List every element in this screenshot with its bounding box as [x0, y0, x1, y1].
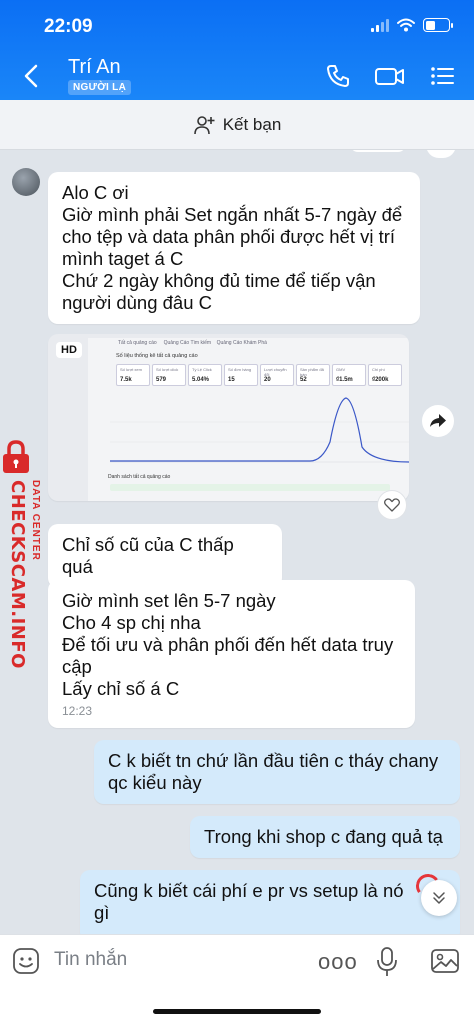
message-bubble-outgoing[interactable]: Trong khi shop c đang quả tạ	[190, 816, 460, 858]
metric-box: Lượt chuyển đổi 20	[260, 364, 294, 386]
stranger-badge: NGƯỜI LẠ	[68, 80, 132, 95]
wifi-icon	[397, 18, 415, 32]
screenshot-section-title: Số liệu thống kê tất cả quảng cáo	[116, 353, 198, 359]
message-line: Alo C ơi	[62, 182, 129, 203]
avatar[interactable]	[12, 168, 40, 196]
add-friend-label: Kết bạn	[222, 114, 282, 134]
menu-button[interactable]	[428, 62, 456, 90]
metric-box: Chi phí ₫200k	[368, 364, 402, 386]
lock-icon	[3, 440, 29, 473]
message-line: Lấy chỉ số á C	[62, 678, 180, 699]
metric-box: Tỷ Lệ Click 5.04%	[188, 364, 222, 386]
message-bubble-outgoing[interactable]: C k biết tn chứ lần đầu tiên c tháy chan…	[94, 740, 460, 804]
message-line: Trong khi shop c đang quả tạ	[204, 826, 443, 847]
back-button[interactable]	[20, 62, 44, 90]
message-bubble[interactable]: Chỉ số cũ của C thấp quá	[48, 524, 282, 588]
message-line: Chứ 2 ngày không đủ time để tiếp vận	[62, 270, 376, 291]
image-message[interactable]: Tất cả quảng cáo Quảng Cáo Tìm kiếm Quản…	[48, 334, 409, 501]
message-time: 12:23	[62, 704, 93, 718]
message-line: Giờ mình phải Set ngắn nhất 5-7 ngày để	[62, 204, 403, 225]
add-friend-button[interactable]: Kết bạn	[0, 100, 474, 150]
watermark: CHECKSCAM.INFO DATA CENTER	[0, 438, 50, 669]
sticker-button[interactable]	[12, 947, 40, 975]
message-list[interactable]: Alo C ơi Giờ mình phải Set ngắn nhất 5-7…	[0, 150, 474, 934]
hd-badge: HD	[56, 342, 82, 358]
message-line: Giờ mình set lên 5-7 ngày	[62, 590, 276, 611]
video-call-button[interactable]	[374, 62, 406, 90]
chat-header: 22:09 Trí An NGƯỜI LẠ	[0, 0, 474, 100]
share-button[interactable]	[422, 405, 454, 437]
signal-icon	[371, 18, 389, 32]
message-line: Cho 4 sp chị nha	[62, 612, 201, 633]
screenshot-line-chart	[110, 397, 409, 463]
forward-icon	[430, 414, 446, 427]
status-time: 22:09	[44, 16, 93, 37]
screenshot-list-title: Danh sách tất cả quảng cáo	[108, 474, 171, 480]
call-button[interactable]	[324, 62, 352, 90]
react-button[interactable]	[377, 490, 407, 520]
previous-message-edge	[350, 150, 406, 152]
previous-reaction-edge	[426, 150, 456, 158]
heart-icon	[384, 498, 400, 512]
metric-box: Số đơn hàng 15	[224, 364, 258, 386]
microphone-button[interactable]	[376, 947, 398, 977]
message-line: C k biết tn chứ lần đầu tiên c tháy chan…	[108, 750, 439, 771]
contact-name[interactable]: Trí An	[68, 56, 121, 79]
message-bubble[interactable]: Alo C ơi Giờ mình phải Set ngắn nhất 5-7…	[48, 172, 420, 324]
metric-box: Sản phẩm đã bán 52	[296, 364, 330, 386]
message-line: cập	[62, 656, 92, 677]
watermark-tagline: DATA CENTER	[30, 480, 41, 561]
more-options-button[interactable]: ooo	[318, 949, 358, 975]
message-line: Để tối ưu và phân phối đến hết data truy	[62, 634, 394, 655]
image-button[interactable]	[430, 947, 460, 975]
screenshot-preview: Tất cả quảng cáo Quảng Cáo Tìm kiếm Quản…	[88, 338, 409, 501]
message-line: qc kiểu này	[108, 772, 202, 793]
status-icons	[371, 18, 453, 32]
message-line: người dùng đâu C	[62, 292, 213, 313]
message-line: Chỉ số cũ của C thấp quá	[62, 534, 234, 577]
metric-box: GMV ₫1.5m	[332, 364, 366, 386]
watermark-brand: CHECKSCAM.INFO	[7, 480, 28, 669]
metric-box: Số lượt click 579	[152, 364, 186, 386]
message-line: mình taget á C	[62, 248, 184, 269]
battery-icon	[423, 18, 453, 32]
message-bubble-outgoing[interactable]: Cũng k biết cái phí e pr vs setup là nó …	[80, 870, 460, 934]
message-line: cho tệp và data phân phối được hết vị tr…	[62, 226, 396, 247]
home-indicator	[153, 1009, 321, 1014]
add-user-icon	[193, 115, 215, 134]
message-input[interactable]: Tin nhắn	[54, 949, 127, 971]
message-line: Cũng k biết cái phí e pr vs setup là nó	[94, 880, 404, 901]
message-line: gì	[94, 902, 110, 923]
double-chevron-down-icon	[433, 892, 445, 904]
message-bubble[interactable]: Giờ mình set lên 5-7 ngày Cho 4 sp chị n…	[48, 580, 415, 728]
scroll-to-bottom-button[interactable]	[421, 880, 457, 916]
metric-box: Số lượt xem 7.5k	[116, 364, 150, 386]
